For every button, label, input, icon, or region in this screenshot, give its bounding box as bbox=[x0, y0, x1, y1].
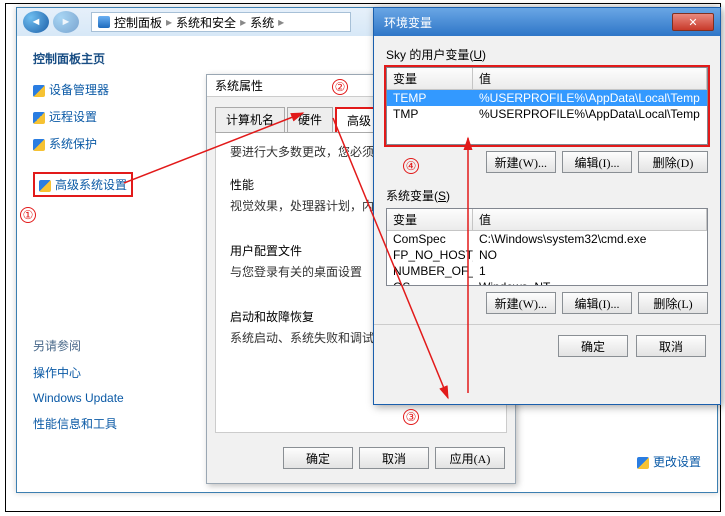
annotated-frame: ◄ ► 控制面板 ▸ 系统和安全 ▸ 系统 ▸ 控制面板主页 设备管理器 远程设… bbox=[5, 3, 721, 512]
breadcrumb-part[interactable]: 系统 bbox=[250, 14, 274, 31]
col-value[interactable]: 值 bbox=[473, 209, 707, 230]
user-edit-button[interactable]: 编辑(I)... bbox=[562, 151, 632, 173]
sidebar-link-performance[interactable]: 性能信息和工具 bbox=[33, 415, 181, 432]
shield-icon bbox=[33, 112, 45, 124]
tab-computer-name[interactable]: 计算机名 bbox=[215, 107, 285, 132]
system-vars-list[interactable]: 变量 值 ComSpecC:\Windows\system32\cmd.exeF… bbox=[386, 208, 708, 286]
table-row[interactable]: TEMP%USERPROFILE%\AppData\Local\Temp bbox=[387, 90, 707, 106]
env-titlebar[interactable]: 环境变量 ✕ bbox=[374, 8, 720, 36]
table-row[interactable]: TMP%USERPROFILE%\AppData\Local\Temp bbox=[387, 106, 707, 122]
col-value[interactable]: 值 bbox=[473, 68, 707, 89]
breadcrumb-part[interactable]: 控制面板 bbox=[114, 14, 162, 31]
shield-icon bbox=[33, 85, 45, 97]
sidebar-link-action-center[interactable]: 操作中心 bbox=[33, 364, 181, 381]
user-new-button[interactable]: 新建(W)... bbox=[486, 151, 556, 173]
close-icon[interactable]: ✕ bbox=[672, 13, 714, 31]
user-delete-button[interactable]: 删除(D) bbox=[638, 151, 708, 173]
breadcrumb-sep: ▸ bbox=[240, 15, 246, 29]
shield-icon bbox=[39, 180, 51, 192]
breadcrumb[interactable]: 控制面板 ▸ 系统和安全 ▸ 系统 ▸ bbox=[91, 12, 351, 32]
tab-hardware[interactable]: 硬件 bbox=[287, 107, 333, 132]
sidebar: 控制面板主页 设备管理器 远程设置 系统保护 高级系统设置 另请参阅 操作中心 … bbox=[17, 36, 197, 492]
environment-variables-dialog: 环境变量 ✕ Sky 的用户变量(U) 变量 值 TEMP%USERPROFIL… bbox=[373, 7, 721, 405]
system-vars-label: 系统变量(S) bbox=[386, 187, 708, 204]
breadcrumb-sep: ▸ bbox=[278, 15, 284, 29]
breadcrumb-sep: ▸ bbox=[166, 15, 172, 29]
col-variable[interactable]: 变量 bbox=[387, 68, 473, 89]
sys-edit-button[interactable]: 编辑(I)... bbox=[562, 292, 632, 314]
user-vars-list[interactable]: 变量 值 TEMP%USERPROFILE%\AppData\Local\Tem… bbox=[386, 67, 708, 145]
control-panel-icon bbox=[98, 16, 110, 28]
table-row[interactable]: ComSpecC:\Windows\system32\cmd.exe bbox=[387, 231, 707, 247]
col-variable[interactable]: 变量 bbox=[387, 209, 473, 230]
forward-button[interactable]: ► bbox=[53, 11, 79, 33]
sidebar-link-windows-update[interactable]: Windows Update bbox=[33, 391, 181, 405]
change-settings-link[interactable]: 更改设置 bbox=[637, 453, 701, 470]
sidebar-link-device-manager[interactable]: 设备管理器 bbox=[33, 81, 181, 98]
table-row[interactable]: OSWindows_NT bbox=[387, 279, 707, 286]
env-cancel-button[interactable]: 取消 bbox=[636, 335, 706, 357]
cancel-button[interactable]: 取消 bbox=[359, 447, 429, 469]
table-row[interactable]: NUMBER_OF_PR...1 bbox=[387, 263, 707, 279]
shield-icon bbox=[33, 139, 45, 151]
sys-delete-button[interactable]: 删除(L) bbox=[638, 292, 708, 314]
env-title: 环境变量 bbox=[384, 14, 432, 31]
ok-button[interactable]: 确定 bbox=[283, 447, 353, 469]
sys-new-button[interactable]: 新建(W)... bbox=[486, 292, 556, 314]
breadcrumb-part[interactable]: 系统和安全 bbox=[176, 14, 236, 31]
env-ok-button[interactable]: 确定 bbox=[558, 335, 628, 357]
see-also-label: 另请参阅 bbox=[33, 337, 181, 354]
apply-button[interactable]: 应用(A) bbox=[435, 447, 505, 469]
table-row[interactable]: FP_NO_HOST_C...NO bbox=[387, 247, 707, 263]
user-vars-label: Sky 的用户变量(U) bbox=[386, 46, 708, 63]
shield-icon bbox=[637, 457, 649, 469]
sidebar-link-remote[interactable]: 远程设置 bbox=[33, 108, 181, 125]
back-button[interactable]: ◄ bbox=[23, 11, 49, 33]
sidebar-link-advanced-settings[interactable]: 高级系统设置 bbox=[33, 172, 133, 197]
sidebar-title: 控制面板主页 bbox=[33, 50, 181, 67]
sidebar-link-protection[interactable]: 系统保护 bbox=[33, 135, 181, 152]
